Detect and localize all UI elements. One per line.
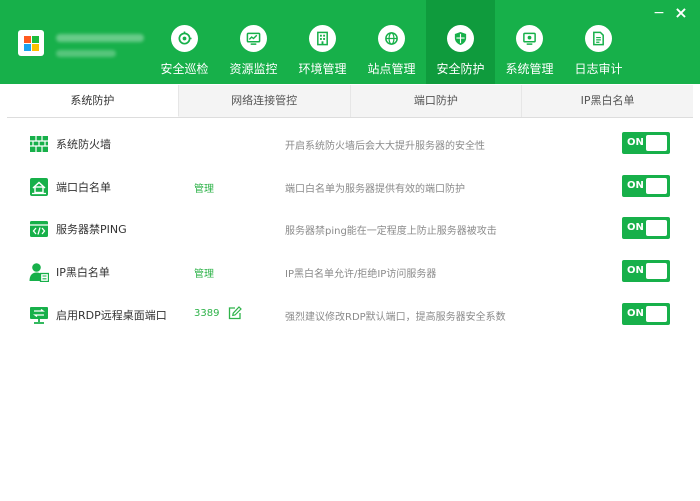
list-item-disable-ping: 服务器禁PING 服务器禁ping能在一定程度上防止服务器被攻击 ON (0, 214, 700, 244)
row-description: 服务器禁ping能在一定程度上防止服务器被攻击 (285, 226, 497, 237)
row-description: 强烈建议修改RDP默认端口，提高服务器安全系数 (285, 312, 506, 323)
ip-blacklist-toggle[interactable]: ON (622, 260, 670, 282)
toggle-state-label: ON (627, 308, 644, 319)
row-description: 开启系统防火墙后会大大提升服务器的安全性 (285, 141, 485, 152)
building-icon (308, 25, 336, 52)
toggle-knob (646, 263, 667, 279)
firewall-icon (30, 136, 48, 152)
minimize-button[interactable]: − (650, 4, 668, 22)
document-icon (584, 25, 612, 52)
nav-label: 安全防护 (436, 62, 485, 76)
nav-label: 安全巡检 (160, 62, 209, 76)
close-button[interactable]: × (672, 4, 690, 22)
toggle-knob (646, 178, 667, 194)
app-window: 安全巡检 资源监控 环境管理 站点管理 安全防护 系统管理 日志审计 − × 系… (0, 0, 700, 501)
manage-port-whitelist-link[interactable]: 管理 (194, 180, 214, 195)
nav-label: 日志审计 (574, 62, 623, 76)
nav-system-management[interactable]: 系统管理 (495, 0, 564, 84)
manage-ip-list-link[interactable]: 管理 (194, 265, 214, 280)
disable-ping-toggle[interactable]: ON (622, 217, 670, 239)
tab-system-protection[interactable]: 系统防护 (7, 85, 179, 117)
toggle-knob (646, 135, 667, 151)
nav-log-audit[interactable]: 日志审计 (564, 0, 633, 84)
nav-security-inspection[interactable]: 安全巡检 (150, 0, 219, 84)
row-title: 系统防火墙 (56, 138, 111, 151)
nav-resource-monitor[interactable]: 资源监控 (219, 0, 288, 84)
port-whitelist-toggle[interactable]: ON (622, 175, 670, 197)
list-item-system-firewall: 系统防火墙 开启系统防火墙后会大大提升服务器的安全性 ON (0, 129, 700, 159)
row-title: IP黑白名单 (56, 266, 110, 279)
rdp-icon (30, 307, 48, 324)
toggle-knob (646, 306, 667, 322)
shield-icon (446, 25, 474, 52)
list-item-port-whitelist: 端口白名单 管理 端口白名单为服务器提供有效的端口防护 ON (0, 172, 700, 202)
toggle-state-label: ON (627, 222, 644, 233)
user-list-icon (29, 263, 49, 282)
list-item-ip-blacklist: IP黑白名单 管理 IP黑白名单允许/拒绝IP访问服务器 ON (0, 257, 700, 287)
row-title: 服务器禁PING (56, 223, 127, 236)
edit-icon[interactable] (228, 306, 242, 320)
port-whitelist-icon (30, 178, 48, 196)
blurred-server-info (56, 50, 116, 57)
nav-label: 资源监控 (229, 62, 278, 76)
toggle-knob (646, 220, 667, 236)
list-item-rdp-port: 启用RDP远程桌面端口 3389 强烈建议修改RDP默认端口，提高服务器安全系数… (0, 300, 700, 330)
top-nav: 安全巡检 资源监控 环境管理 站点管理 安全防护 系统管理 日志审计 (150, 0, 633, 84)
row-description: 端口白名单为服务器提供有效的端口防护 (285, 184, 465, 195)
system-gear-icon (515, 25, 543, 52)
tab-bar: 系统防护 网络连接管控 端口防护 IP黑白名单 (7, 85, 693, 118)
nav-label: 站点管理 (367, 62, 416, 76)
tab-port-protection[interactable]: 端口防护 (351, 85, 523, 117)
code-icon (30, 221, 48, 237)
windows-logo-icon (18, 30, 44, 56)
nav-label: 环境管理 (298, 62, 347, 76)
toggle-state-label: ON (627, 137, 644, 148)
tab-ip-blacklist-whitelist[interactable]: IP黑白名单 (522, 85, 693, 117)
scan-icon (170, 25, 198, 52)
toggle-state-label: ON (627, 265, 644, 276)
toggle-state-label: ON (627, 180, 644, 191)
blurred-server-name (56, 34, 144, 42)
globe-icon (377, 25, 405, 52)
tab-network-connection-control[interactable]: 网络连接管控 (179, 85, 351, 117)
rdp-port-value: 3389 (194, 308, 220, 319)
row-description: IP黑白名单允许/拒绝IP访问服务器 (285, 269, 437, 280)
row-title: 端口白名单 (56, 181, 111, 194)
nav-environment[interactable]: 环境管理 (288, 0, 357, 84)
nav-site-management[interactable]: 站点管理 (357, 0, 426, 84)
header-bar: 安全巡检 资源监控 环境管理 站点管理 安全防护 系统管理 日志审计 − × (0, 0, 700, 84)
firewall-toggle[interactable]: ON (622, 132, 670, 154)
row-title: 启用RDP远程桌面端口 (56, 309, 167, 322)
nav-security-protection[interactable]: 安全防护 (426, 0, 495, 84)
rdp-port-toggle[interactable]: ON (622, 303, 670, 325)
monitor-chart-icon (239, 25, 267, 52)
nav-label: 系统管理 (505, 62, 554, 76)
